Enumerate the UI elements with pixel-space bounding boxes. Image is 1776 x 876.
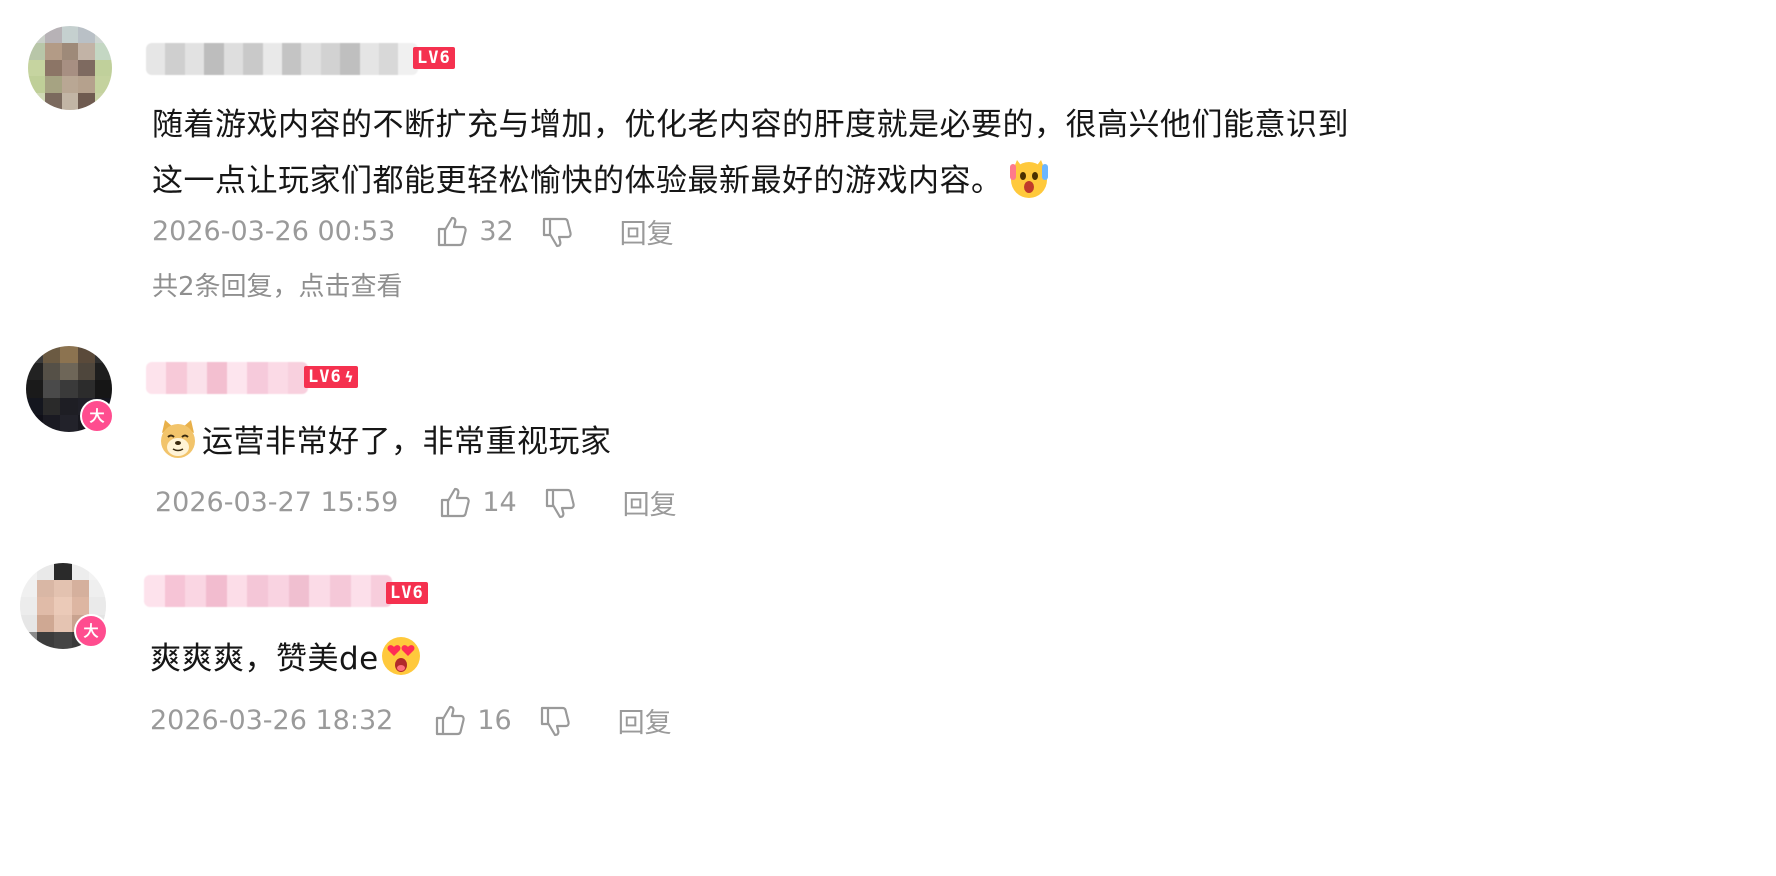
comment-text: 爽爽爽，赞美de bbox=[150, 631, 423, 687]
level-label: LV6 bbox=[417, 48, 451, 68]
comment-text-line: 这一点让玩家们都能更轻松愉快的体验最新最好的游戏内容。 bbox=[152, 153, 1349, 209]
comment-text: 运营非常好了，非常重视玩家 bbox=[156, 414, 612, 470]
comment-text-content: 爽爽爽，赞美de bbox=[150, 641, 379, 677]
view-replies-link[interactable]: 共2条回复，点击查看 bbox=[152, 266, 403, 303]
comment-text: 随着游戏内容的不断扩充与增加，优化老内容的肝度就是必要的，很高兴他们能意识到 这… bbox=[152, 97, 1349, 209]
big-member-badge: 大 bbox=[74, 614, 108, 648]
like-count: 16 bbox=[477, 705, 512, 736]
lightning-icon: ϟ bbox=[344, 370, 355, 386]
reply-button[interactable]: 回复 bbox=[623, 483, 677, 522]
thumbs-up-icon[interactable] bbox=[435, 215, 469, 249]
level-badge: LV6 bbox=[386, 582, 428, 604]
username-blurred[interactable] bbox=[144, 575, 392, 607]
thumbs-down-icon[interactable] bbox=[538, 704, 572, 738]
thumbs-up-icon[interactable] bbox=[433, 704, 467, 738]
comment-item: 大 LV6 ϟ 运营非常好了，非常重视玩家 2026-03-27 15:59 14 bbox=[0, 330, 1776, 540]
comment-date: 2026-03-27 15:59 bbox=[155, 487, 399, 518]
thumbs-down-icon[interactable] bbox=[543, 486, 577, 520]
comment-item: LV6 随着游戏内容的不断扩充与增加，优化老内容的肝度就是必要的，很高兴他们能意… bbox=[0, 0, 1776, 330]
comment-meta: 2026-03-26 18:32 16 回复 bbox=[150, 701, 672, 740]
big-member-badge: 大 bbox=[80, 399, 114, 433]
comment-date: 2026-03-26 00:53 bbox=[152, 216, 396, 247]
reply-button[interactable]: 回复 bbox=[620, 212, 674, 251]
comment-date: 2026-03-26 18:32 bbox=[150, 705, 394, 736]
comment-text-line-content: 这一点让玩家们都能更轻松愉快的体验最新最好的游戏内容。 bbox=[152, 163, 1003, 199]
username-blurred[interactable] bbox=[146, 43, 418, 75]
avatar[interactable] bbox=[28, 26, 112, 110]
like-count: 14 bbox=[482, 487, 517, 518]
level-badge: LV6 ϟ bbox=[304, 366, 359, 388]
comment-meta: 2026-03-27 15:59 14 回复 bbox=[155, 483, 677, 522]
level-label: LV6 bbox=[390, 583, 424, 603]
level-badge: LV6 bbox=[413, 47, 455, 69]
like-count: 32 bbox=[479, 216, 514, 247]
comment-item: 大 LV6 爽爽爽，赞美de 2026-03-26 18:32 16 回复 bbox=[0, 545, 1776, 775]
comment-text-line: 随着游戏内容的不断扩充与增加，优化老内容的肝度就是必要的，很高兴他们能意识到 bbox=[152, 107, 1349, 143]
reply-button[interactable]: 回复 bbox=[618, 701, 672, 740]
doge-emoji-icon bbox=[161, 420, 195, 458]
scream-cat-emoji-icon bbox=[1009, 160, 1048, 198]
avatar-pixelated-image bbox=[28, 26, 112, 110]
heart-eyes-scream-emoji-icon bbox=[381, 637, 420, 675]
thumbs-down-icon[interactable] bbox=[540, 215, 574, 249]
level-label: LV6 bbox=[308, 367, 342, 387]
comment-text-content: 运营非常好了，非常重视玩家 bbox=[202, 424, 612, 460]
thumbs-up-icon[interactable] bbox=[438, 486, 472, 520]
comment-meta: 2026-03-26 00:53 32 回复 bbox=[152, 212, 674, 251]
username-blurred[interactable] bbox=[146, 362, 308, 394]
